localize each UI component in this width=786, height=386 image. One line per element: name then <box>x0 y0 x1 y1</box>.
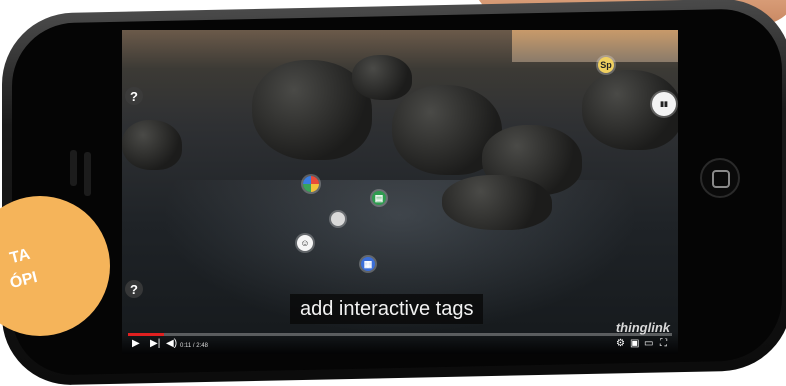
document-tag-icon[interactable]: ▤ <box>372 191 386 205</box>
home-square-icon <box>712 170 730 188</box>
rock <box>122 120 182 170</box>
home-button <box>700 158 740 198</box>
sky <box>512 30 678 62</box>
volume-button <box>84 152 91 196</box>
help-icon[interactable]: ? <box>125 87 143 105</box>
help-icon[interactable]: ? <box>125 280 143 298</box>
volume-icon[interactable]: ◀) <box>166 338 177 350</box>
miniplayer-icon[interactable]: ▣ <box>630 338 639 350</box>
sp-tag-icon[interactable]: Sp <box>598 57 614 73</box>
fullscreen-icon[interactable]: ⛶ <box>660 338 667 350</box>
badge-line2: ÓPI <box>8 268 40 293</box>
play-icon[interactable]: ▶ <box>132 338 140 350</box>
video-caption: add interactive tags <box>290 294 484 324</box>
person-tag-icon[interactable]: ☺ <box>297 235 313 251</box>
pinwheel-tag-icon[interactable] <box>303 176 319 192</box>
video-player[interactable]: ? ? Sp ▮▮ ▤ ☺ ▦ add interactive tags thi… <box>122 30 678 354</box>
theater-icon[interactable]: ▭ <box>644 338 653 350</box>
progress-fill <box>128 333 164 336</box>
rock <box>442 175 552 230</box>
next-icon[interactable]: ▶| <box>150 338 160 350</box>
rock <box>352 55 412 100</box>
progress-bar[interactable] <box>128 333 672 336</box>
book-tag-icon[interactable]: ▮▮ <box>652 92 676 116</box>
badge-line1: TA <box>8 245 32 268</box>
time-display: 0:11 / 2:48 <box>180 343 208 349</box>
calendar-tag-icon[interactable]: ▦ <box>361 257 375 271</box>
water <box>122 180 678 354</box>
circle-tag-icon[interactable] <box>331 212 345 226</box>
settings-gear-icon[interactable]: ⚙ <box>616 338 625 350</box>
volume-button <box>70 150 77 186</box>
